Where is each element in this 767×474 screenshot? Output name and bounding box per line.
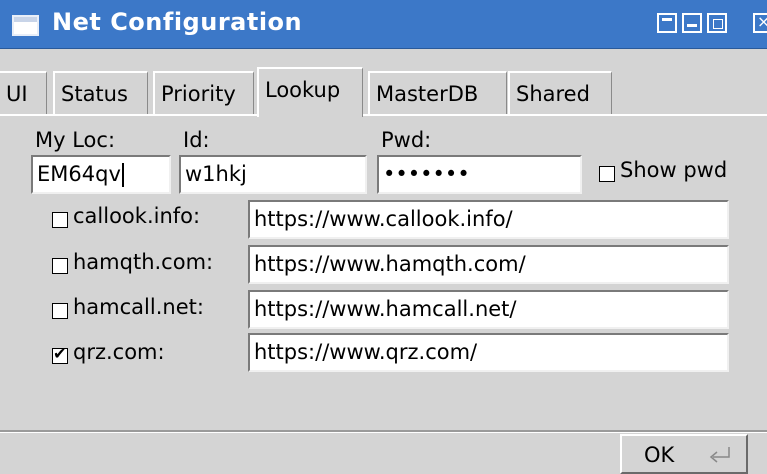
qrz-checkbox[interactable]: ✔ — [52, 344, 68, 364]
ok-button[interactable]: OK — [620, 434, 748, 474]
hamqth-checkbox[interactable] — [52, 258, 68, 274]
hamcall-label: hamcall.net: — [73, 295, 204, 319]
tab-label: Lookup — [265, 78, 341, 102]
ok-label: OK — [644, 443, 675, 467]
tab-label: Priority — [161, 82, 236, 106]
qrz-url-input[interactable]: https://www.qrz.com/ — [248, 333, 729, 372]
pwd-value: ••••••• — [383, 162, 470, 186]
callook-url: https://www.callook.info/ — [254, 207, 513, 231]
hamqth-url-input[interactable]: https://www.hamqth.com/ — [248, 245, 729, 284]
id-input[interactable]: w1hkj — [179, 155, 367, 194]
tab-lookup[interactable]: Lookup — [257, 67, 363, 117]
window-title: Net Configuration — [52, 8, 303, 36]
qrz-label: qrz.com: — [73, 340, 165, 364]
callook-label: callook.info: — [73, 204, 201, 228]
callook-url-input[interactable]: https://www.callook.info/ — [248, 200, 729, 239]
window-icon — [12, 15, 39, 36]
callook-checkbox[interactable] — [52, 212, 68, 228]
tab-label: UI — [6, 82, 28, 106]
checkmark-icon: ✔ — [53, 344, 67, 363]
return-icon — [709, 447, 730, 463]
tab-label: Status — [61, 82, 128, 106]
tab-shared[interactable]: Shared — [508, 71, 612, 115]
tab-priority[interactable]: Priority — [153, 71, 254, 115]
myloc-input[interactable]: EM64qv — [31, 155, 171, 194]
collapse-button[interactable] — [657, 13, 677, 33]
title-bar[interactable]: Net Configuration — [0, 0, 767, 49]
tab-label: MasterDB — [376, 82, 479, 106]
tab-ui[interactable]: UI — [0, 71, 47, 115]
tab-status[interactable]: Status — [53, 71, 148, 115]
id-value: w1hkj — [185, 162, 247, 186]
tab-masterdb[interactable]: MasterDB — [368, 71, 507, 115]
minimize-button[interactable] — [682, 13, 702, 33]
show-pwd-checkbox[interactable] — [599, 166, 615, 182]
hamqth-url: https://www.hamqth.com/ — [254, 252, 526, 276]
myloc-label: My Loc: — [35, 128, 116, 152]
hamcall-url: https://www.hamcall.net/ — [254, 297, 517, 321]
pwd-input[interactable]: ••••••• — [377, 155, 582, 194]
show-pwd-label: Show pwd — [620, 158, 728, 182]
hamcall-url-input[interactable]: https://www.hamcall.net/ — [248, 290, 729, 329]
text-cursor — [121, 163, 124, 187]
bottom-divider — [0, 430, 767, 433]
close-button[interactable] — [753, 13, 767, 33]
id-label: Id: — [183, 128, 210, 152]
myloc-value: EM64qv — [37, 162, 121, 186]
pwd-label: Pwd: — [381, 128, 432, 152]
hamqth-label: hamqth.com: — [73, 250, 214, 274]
qrz-url: https://www.qrz.com/ — [254, 340, 478, 364]
tab-label: Shared — [516, 82, 590, 106]
hamcall-checkbox[interactable] — [52, 303, 68, 319]
maximize-button[interactable] — [707, 13, 727, 33]
tab-divider — [0, 114, 767, 116]
